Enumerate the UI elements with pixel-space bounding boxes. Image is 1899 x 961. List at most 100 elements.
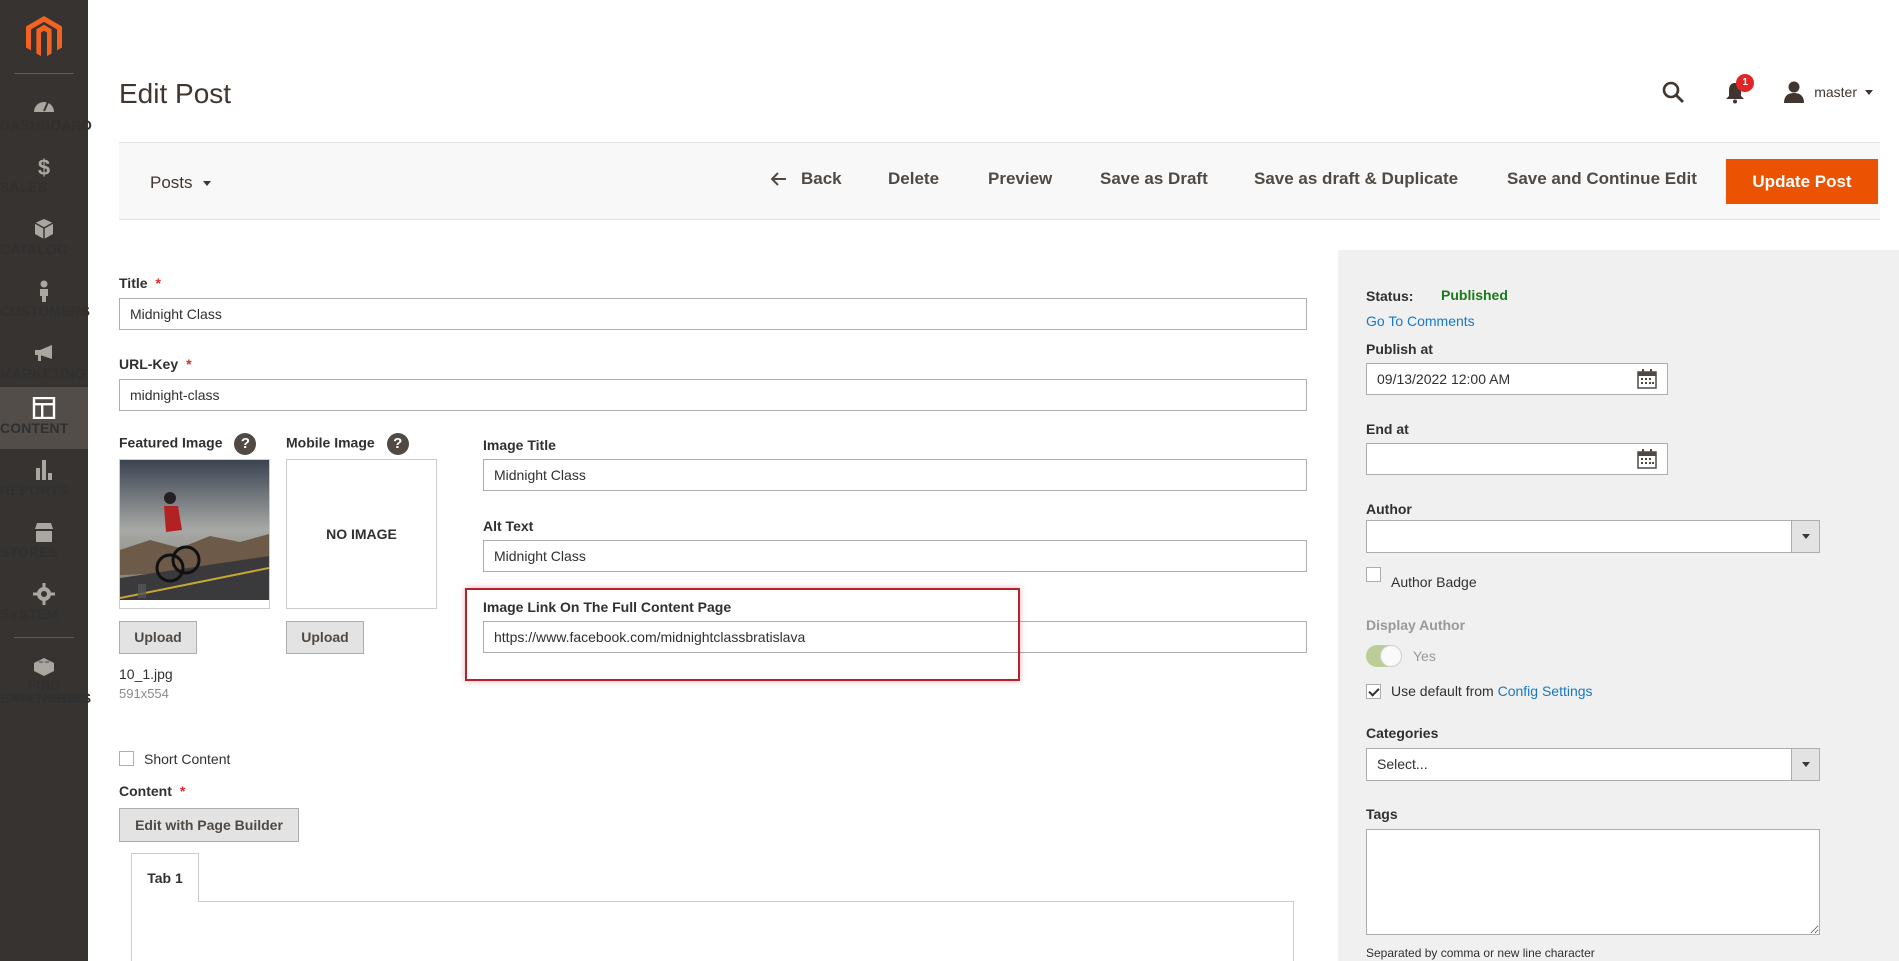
notifications-button[interactable]: 1	[1725, 74, 1755, 104]
nav-marketing-label: MARKETING	[0, 365, 86, 381]
nav-dashboard[interactable]: DASHBOARD	[0, 84, 92, 146]
categories-select-value: Select...	[1377, 756, 1428, 772]
preview-button[interactable]: Preview	[988, 169, 1052, 189]
nav-sales-label: SALES	[0, 179, 48, 195]
save-as-draft-button[interactable]: Save as Draft	[1100, 169, 1208, 189]
nav-marketing[interactable]: MARKETING	[0, 332, 88, 394]
display-author-label: Display Author	[1366, 617, 1466, 633]
nav-find-partners-label-2: & EXTENSIONS	[0, 677, 92, 706]
display-author-value: Yes	[1413, 648, 1436, 664]
nav-customers-label: CUSTOMERS	[0, 303, 91, 319]
tab-1[interactable]: Tab 1	[131, 853, 199, 902]
dollar-icon: $	[38, 156, 50, 178]
publish-at-label: Publish at	[1366, 341, 1433, 357]
title-label: Title *	[119, 275, 161, 291]
title-input[interactable]: Midnight Class	[119, 298, 1307, 330]
svg-text:$: $	[38, 156, 50, 178]
tags-label: Tags	[1366, 806, 1398, 822]
back-button-label: Back	[801, 169, 842, 188]
calendar-icon[interactable]	[1637, 369, 1657, 389]
lego-brick-icon	[34, 658, 54, 676]
featured-image-filename: 10_1.jpg	[119, 666, 173, 682]
person-icon	[40, 280, 48, 302]
required-marker: *	[186, 356, 192, 372]
delete-button[interactable]: Delete	[888, 169, 939, 189]
help-icon[interactable]: ?	[234, 433, 257, 455]
tab-bar-line	[198, 901, 1294, 902]
nav-customers[interactable]: CUSTOMERS	[0, 270, 91, 332]
author-badge-checkbox[interactable]	[1366, 567, 1381, 582]
toggle-knob	[1380, 645, 1402, 667]
go-to-comments-link[interactable]: Go To Comments	[1366, 313, 1475, 329]
nav-reports-label: REPORTS	[0, 482, 69, 498]
publish-at-input[interactable]: 09/13/2022 12:00 AM	[1366, 363, 1668, 395]
nav-stores[interactable]: STORES	[0, 511, 88, 573]
nav-divider	[14, 637, 74, 638]
logo-divider	[14, 73, 74, 74]
nav-content[interactable]: CONTENT	[0, 387, 88, 449]
header-actions: 1 master	[1661, 74, 1873, 104]
display-author-toggle[interactable]	[1366, 645, 1402, 667]
mobile-image-upload-button[interactable]: Upload	[286, 621, 364, 654]
author-select[interactable]	[1366, 520, 1820, 553]
status-label: Status:	[1366, 288, 1414, 304]
user-icon	[1784, 81, 1805, 103]
url-key-label-text: URL-Key	[119, 356, 179, 372]
arrow-left-icon	[771, 172, 786, 186]
back-button[interactable]: Back	[771, 169, 842, 189]
url-key-input[interactable]: midnight-class	[119, 379, 1307, 411]
megaphone-icon	[35, 345, 52, 361]
posts-switcher[interactable]: Posts	[150, 173, 211, 193]
search-icon[interactable]	[1661, 80, 1685, 104]
notifications-badge: 1	[1736, 74, 1755, 92]
end-at-label: End at	[1366, 421, 1409, 437]
dashboard-icon	[34, 101, 54, 112]
alt-text-input[interactable]: Midnight Class	[483, 540, 1307, 572]
magento-logo-icon[interactable]	[26, 16, 62, 58]
content-tabs-panel	[131, 901, 1294, 961]
nav-stores-label: STORES	[0, 544, 58, 560]
username: master	[1814, 84, 1857, 100]
storefront-icon	[35, 523, 53, 542]
user-menu[interactable]: master	[1783, 81, 1873, 103]
categories-select[interactable]: Select...	[1366, 748, 1820, 781]
box-icon	[34, 219, 54, 239]
page-title: Edit Post	[119, 78, 232, 109]
url-key-label: URL-Key *	[119, 356, 192, 372]
no-image-placeholder: NO IMAGE	[326, 526, 397, 542]
author-badge-label: Author Badge	[1391, 574, 1477, 590]
nav-sales[interactable]: $ SALES	[0, 146, 88, 208]
calendar-icon[interactable]	[1637, 449, 1657, 469]
end-at-input[interactable]	[1366, 443, 1668, 475]
mobile-image-label: Mobile Image?	[286, 433, 409, 455]
image-link-input[interactable]: https://www.facebook.com/midnightclassbr…	[483, 621, 1307, 653]
image-title-input[interactable]: Midnight Class	[483, 459, 1307, 491]
status-badge: Published	[1441, 287, 1508, 303]
nav-reports[interactable]: REPORTS	[0, 449, 88, 511]
nav-catalog[interactable]: CATALOG	[0, 208, 88, 270]
author-label: Author	[1366, 501, 1412, 517]
title-label-text: Title	[119, 275, 148, 291]
tags-textarea[interactable]	[1366, 829, 1820, 935]
featured-image-preview[interactable]	[119, 459, 270, 609]
mobile-image-preview[interactable]: NO IMAGE	[286, 459, 437, 609]
gear-icon	[33, 583, 55, 605]
featured-image-upload-button[interactable]: Upload	[119, 621, 197, 654]
short-content-checkbox[interactable]	[119, 751, 134, 766]
save-draft-duplicate-button[interactable]: Save as draft & Duplicate	[1254, 169, 1458, 189]
categories-label: Categories	[1366, 725, 1439, 741]
use-default-checkbox[interactable]	[1366, 684, 1381, 699]
featured-image-label-text: Featured Image	[119, 434, 223, 451]
featured-image-thumbnail	[120, 460, 269, 600]
use-default-label: Use default from Config Settings	[1391, 683, 1593, 699]
config-settings-link[interactable]: Config Settings	[1498, 683, 1593, 699]
admin-sidebar: DASHBOARD $ SALES CATALOG CUSTOMERS MARK…	[0, 0, 92, 961]
update-post-button[interactable]: Update Post	[1726, 159, 1878, 204]
edit-with-page-builder-button[interactable]: Edit with Page Builder	[119, 808, 299, 842]
save-continue-button[interactable]: Save and Continue Edit	[1507, 169, 1697, 189]
nav-find-partners[interactable]: FIND PARTNERS & EXTENSIONS	[0, 644, 92, 714]
use-default-prefix: Use default from	[1391, 683, 1498, 699]
featured-image-dimensions: 591x554	[119, 686, 169, 701]
help-icon[interactable]: ?	[386, 433, 409, 455]
nav-system[interactable]: SYSTEM	[0, 573, 88, 635]
